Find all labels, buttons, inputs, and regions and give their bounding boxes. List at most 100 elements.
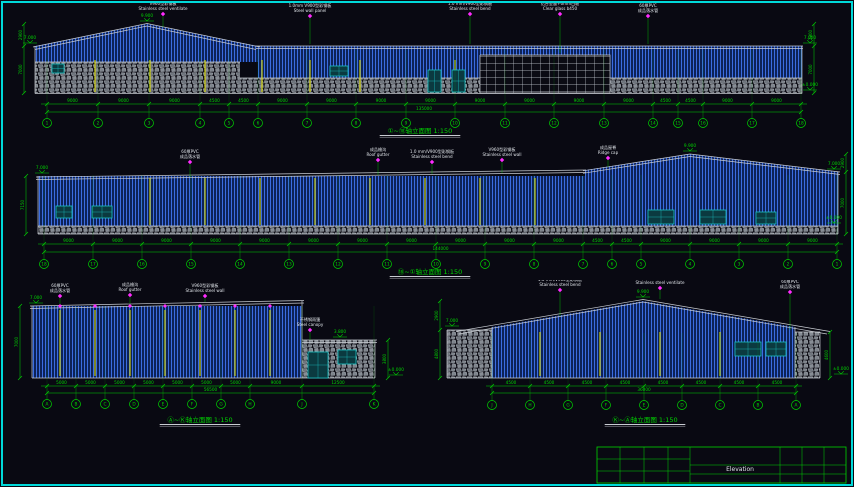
leader-marker — [128, 293, 132, 297]
svg-text:9000: 9000 — [67, 98, 78, 103]
svg-text:7.000: 7.000 — [804, 35, 817, 41]
svg-text:1: 1 — [836, 262, 839, 268]
svg-text:2: 2 — [787, 262, 790, 268]
drawing-sheet: Elevation 900090009000450045009000900090… — [0, 0, 854, 487]
svg-text:Roof gutter: Roof gutter — [366, 152, 389, 157]
svg-text:18: 18 — [41, 262, 47, 268]
clad-hatch — [32, 306, 302, 378]
elevation-d-drawing: 4500450045004500450045004500450036000JHG… — [430, 280, 850, 427]
svg-text:9000: 9000 — [210, 238, 221, 243]
svg-text:C: C — [103, 402, 106, 408]
svg-text:7150: 7150 — [20, 199, 25, 210]
svg-text:±0.000: ±0.000 — [388, 367, 404, 373]
svg-text:Ⓐ~Ⓚ轴立面图 1:150: Ⓐ~Ⓚ轴立面图 1:150 — [167, 415, 232, 424]
leader-marker — [606, 156, 610, 160]
svg-text:B: B — [757, 403, 760, 409]
svg-text:7.000: 7.000 — [30, 295, 43, 301]
svg-text:9000: 9000 — [455, 238, 466, 243]
svg-text:5000: 5000 — [172, 380, 183, 385]
svg-text:9000: 9000 — [425, 98, 436, 103]
svg-text:4600: 4600 — [824, 349, 829, 360]
svg-text:Stainless steel bend: Stainless steel bend — [539, 282, 581, 287]
svg-text:7: 7 — [306, 121, 309, 127]
svg-text:4500: 4500 — [544, 380, 555, 385]
svg-text:E: E — [643, 403, 646, 409]
svg-text:Steel canopy: Steel canopy — [297, 322, 324, 327]
svg-text:12500: 12500 — [331, 380, 345, 385]
svg-text:9000: 9000 — [504, 238, 515, 243]
svg-text:9000: 9000 — [63, 238, 74, 243]
svg-text:5: 5 — [228, 121, 231, 127]
svg-text:成品落水管: 成品落水管 — [638, 7, 658, 13]
clad-hatch — [492, 301, 795, 327]
leader-marker — [188, 160, 192, 164]
svg-text:5000: 5000 — [56, 380, 67, 385]
svg-text:4500: 4500 — [772, 380, 783, 385]
elevation-title: ⑱~①轴立面图 1:150 — [390, 267, 471, 278]
svg-text:9000: 9000 — [406, 238, 417, 243]
svg-text:4: 4 — [689, 262, 692, 268]
curtain-hatch — [480, 55, 610, 93]
svg-text:4500: 4500 — [660, 98, 671, 103]
svg-text:17: 17 — [90, 262, 96, 268]
svg-text:7000: 7000 — [14, 336, 19, 347]
svg-text:9: 9 — [405, 121, 408, 127]
svg-text:9000: 9000 — [574, 98, 585, 103]
svg-text:7: 7 — [582, 262, 585, 268]
svg-text:5000: 5000 — [114, 380, 125, 385]
svg-text:144000: 144000 — [433, 246, 449, 251]
title-block-grid — [597, 447, 846, 483]
svg-text:G: G — [219, 402, 222, 408]
svg-text:①~⑱轴立面图 1:150: ①~⑱轴立面图 1:150 — [388, 126, 453, 135]
svg-text:Stainless steel wall: Stainless steel wall — [185, 288, 224, 293]
stone-hatch — [447, 330, 492, 378]
svg-text:G: G — [566, 403, 569, 409]
svg-text:4500: 4500 — [506, 380, 517, 385]
svg-text:9000: 9000 — [118, 98, 129, 103]
svg-text:9000: 9000 — [553, 238, 564, 243]
elevation-a-drawing: 9000 9000 9000 4500 4500 9000 9000 9000 9000 9000… — [14, 2, 844, 140]
svg-text:9000: 9000 — [271, 380, 282, 385]
svg-text:Stainless steel ventilate: Stainless steel ventilate — [139, 6, 188, 11]
title-block-label: Elevation — [700, 466, 780, 473]
svg-text:15: 15 — [675, 121, 681, 127]
svg-text:9000: 9000 — [112, 238, 123, 243]
svg-text:9000: 9000 — [161, 238, 172, 243]
svg-text:9.900: 9.900 — [684, 143, 697, 149]
svg-text:3: 3 — [148, 121, 151, 127]
svg-text:±0.000: ±0.000 — [833, 366, 849, 372]
svg-text:9.900: 9.900 — [637, 289, 650, 295]
svg-text:Stainless steel bend: Stainless steel bend — [449, 6, 491, 11]
svg-text:2900: 2900 — [434, 310, 439, 321]
svg-text:9000: 9000 — [524, 98, 535, 103]
svg-text:K: K — [373, 402, 376, 408]
svg-text:11: 11 — [502, 121, 508, 127]
stone-hatch — [38, 226, 838, 234]
leader-marker — [308, 14, 312, 18]
svg-text:7.000: 7.000 — [36, 165, 49, 171]
svg-text:8: 8 — [355, 121, 358, 127]
svg-text:9000: 9000 — [277, 98, 288, 103]
svg-text:7000: 7000 — [808, 64, 813, 75]
svg-text:9000: 9000 — [758, 238, 769, 243]
svg-text:4500: 4500 — [696, 380, 707, 385]
svg-text:12: 12 — [551, 121, 557, 127]
svg-text:9000: 9000 — [709, 238, 720, 243]
svg-text:1: 1 — [46, 121, 49, 127]
svg-text:6: 6 — [611, 262, 614, 268]
svg-text:3: 3 — [738, 262, 741, 268]
svg-text:成品落水管: 成品落水管 — [50, 287, 70, 293]
svg-text:5000: 5000 — [143, 380, 154, 385]
svg-text:Ridge cap: Ridge cap — [598, 150, 619, 155]
elevation-c-drawing: 5000500050005000500050005000900012500565… — [4, 280, 406, 427]
svg-text:4500: 4500 — [658, 380, 669, 385]
leader-marker — [308, 328, 312, 332]
svg-text:4500: 4500 — [685, 98, 696, 103]
elevation-b-drawing: 9000 9000 9000 9000 9000 9000 9000 9000 9000 9000… — [14, 142, 850, 280]
leader-marker — [430, 160, 434, 164]
svg-text:9000: 9000 — [169, 98, 180, 103]
grid-bubbles: JHGFEDCBA — [488, 386, 801, 410]
svg-text:±0.000: ±0.000 — [826, 215, 842, 221]
svg-text:C: C — [718, 403, 721, 409]
svg-text:9000: 9000 — [771, 98, 782, 103]
